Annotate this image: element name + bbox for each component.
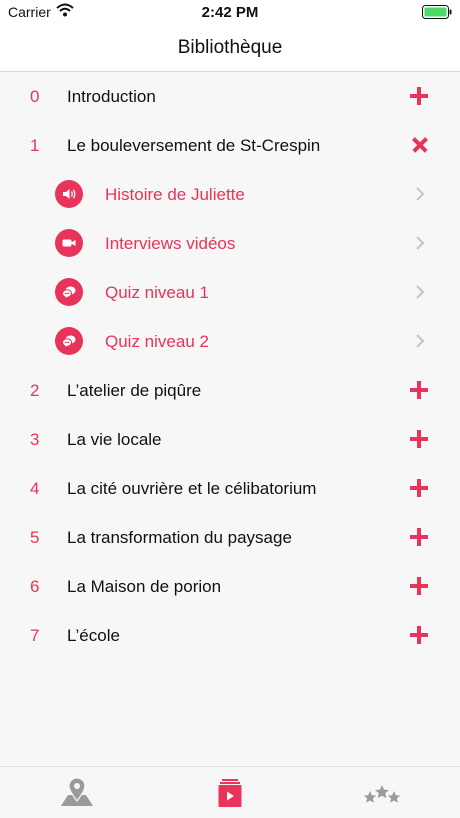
sub-item-quiz-1[interactable]: Quiz niveau 1 — [0, 268, 460, 317]
quiz-icon — [55, 278, 83, 306]
library-icon[interactable] — [210, 777, 250, 809]
status-time: 2:42 PM — [201, 4, 259, 21]
chapter-title: L’atelier de piqûre — [67, 381, 202, 400]
page-title: Bibliothèque — [177, 37, 283, 58]
video-camera-icon — [55, 229, 83, 257]
chapter-row-1[interactable]: 1 Le bouleversement de St-Crespin — [0, 121, 460, 170]
chapter-row-6[interactable]: 6 La Maison de porion — [0, 562, 460, 611]
chapter-number: 2 — [30, 381, 40, 400]
chapter-row-2[interactable]: 2 L’atelier de piqûre — [0, 366, 460, 415]
chapter-title: La transformation du paysage — [67, 528, 292, 547]
chapter-number: 7 — [30, 626, 40, 645]
chapter-row-7[interactable]: 7 L’école — [0, 611, 460, 660]
battery-icon — [422, 5, 452, 19]
chapter-row-0[interactable]: 0 Introduction — [0, 72, 460, 121]
collapse-close-icon[interactable] — [411, 136, 429, 154]
chapter-number: 4 — [30, 479, 40, 498]
chapter-number: 0 — [30, 87, 40, 106]
expand-plus-icon[interactable] — [410, 528, 428, 546]
sub-item-histoire[interactable]: Histoire de Juliette — [0, 170, 460, 219]
sub-item-title: Quiz niveau 1 — [105, 283, 209, 302]
chapter-title: L’école — [67, 626, 120, 645]
chapter-title: La Maison de porion — [67, 577, 222, 596]
status-bar: Carrier 2:42 PM — [0, 0, 460, 24]
chapter-title: Le bouleversement de St-Crespin — [67, 136, 321, 155]
sub-item-interviews[interactable]: Interviews vidéos — [0, 219, 460, 268]
chevron-right-icon — [416, 236, 425, 250]
chapter-row-5[interactable]: 5 La transformation du paysage — [0, 513, 460, 562]
chapter-number: 3 — [30, 430, 40, 449]
chapter-number: 6 — [30, 577, 40, 596]
expand-plus-icon[interactable] — [410, 87, 428, 105]
expand-plus-icon[interactable] — [410, 577, 428, 595]
chevron-right-icon — [416, 334, 425, 348]
chapter-number: 5 — [30, 528, 40, 547]
expand-plus-icon[interactable] — [410, 626, 428, 644]
map-pin-icon[interactable] — [57, 777, 97, 809]
expand-plus-icon[interactable] — [410, 381, 428, 399]
sub-item-title: Quiz niveau 2 — [105, 332, 209, 351]
chapter-number: 1 — [30, 136, 40, 155]
sub-item-title: Interviews vidéos — [105, 234, 236, 253]
quiz-icon — [55, 327, 83, 355]
speaker-icon — [55, 180, 83, 208]
stars-icon[interactable] — [362, 777, 402, 809]
chapter-title: Introduction — [67, 87, 156, 106]
expand-plus-icon[interactable] — [410, 479, 428, 497]
expand-plus-icon[interactable] — [410, 430, 428, 448]
nav-bar: Bibliothèque — [0, 24, 460, 72]
sub-item-title: Histoire de Juliette — [105, 185, 245, 204]
sub-item-quiz-2[interactable]: Quiz niveau 2 — [0, 317, 460, 366]
chapter-title: La vie locale — [67, 430, 162, 449]
chevron-right-icon — [416, 285, 425, 299]
chapter-list: 0 Introduction 1 Le bouleversement de St… — [0, 72, 460, 660]
tab-bar — [0, 766, 460, 818]
chevron-right-icon — [416, 187, 425, 201]
chapter-title: La cité ouvrière et le célibatorium — [67, 479, 317, 498]
chapter-row-4[interactable]: 4 La cité ouvrière et le célibatorium — [0, 464, 460, 513]
chapter-row-3[interactable]: 3 La vie locale — [0, 415, 460, 464]
